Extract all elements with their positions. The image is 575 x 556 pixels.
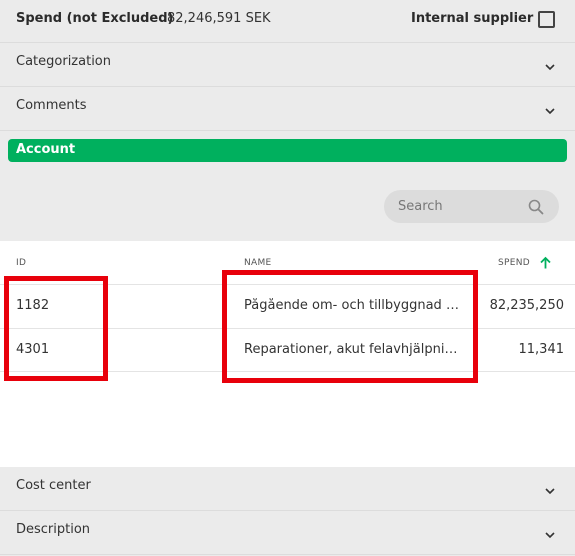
- internal-supplier-label: Internal supplier: [411, 11, 534, 26]
- section-cost-center[interactable]: Cost center: [0, 467, 575, 511]
- spend-label: Spend (not Excluded): [16, 11, 174, 26]
- spend-value: 82,246,591 SEK: [167, 11, 271, 26]
- account-header[interactable]: Account: [8, 139, 567, 162]
- account-title: Account: [16, 142, 76, 157]
- section-categorization[interactable]: Categorization: [0, 43, 575, 87]
- section-description[interactable]: Description: [0, 511, 575, 555]
- chevron-down-icon[interactable]: [543, 486, 557, 496]
- row-name: Pågående om- och tillbyggnad (1...: [244, 298, 462, 313]
- chevron-down-icon[interactable]: [543, 62, 557, 72]
- column-header-name[interactable]: NAME: [244, 258, 272, 268]
- section-comments[interactable]: Comments: [0, 87, 575, 131]
- search-box[interactable]: [384, 190, 559, 223]
- row-id: 1182: [16, 298, 50, 313]
- row-spend: 82,235,250: [489, 298, 564, 313]
- spend-summary-bar: Spend (not Excluded) 82,246,591 SEK Inte…: [0, 0, 575, 43]
- search-icon[interactable]: [527, 198, 545, 216]
- row-name: Reparationer, akut felavhjälpning...: [244, 342, 462, 357]
- table-row[interactable]: 4301 Reparationer, akut felavhjälpning..…: [0, 328, 575, 372]
- comments-label: Comments: [16, 98, 87, 113]
- chevron-down-icon[interactable]: [543, 106, 557, 116]
- cost-center-label: Cost center: [16, 478, 91, 493]
- search-input[interactable]: [398, 190, 518, 223]
- column-header-spend[interactable]: SPEND: [498, 258, 530, 268]
- internal-supplier-checkbox[interactable]: [538, 11, 555, 28]
- table-row[interactable]: 1182 Pågående om- och tillbyggnad (1... …: [0, 284, 575, 328]
- sort-ascending-icon[interactable]: [539, 256, 552, 270]
- row-spend: 11,341: [518, 342, 565, 357]
- row-id: 4301: [16, 342, 50, 357]
- description-label: Description: [16, 522, 91, 537]
- account-table: ID NAME SPEND 1182 Pågående om- och till…: [0, 241, 575, 467]
- account-section: Account: [0, 131, 575, 241]
- chevron-down-icon[interactable]: [543, 530, 557, 540]
- column-header-id[interactable]: ID: [16, 258, 26, 268]
- categorization-label: Categorization: [16, 54, 111, 69]
